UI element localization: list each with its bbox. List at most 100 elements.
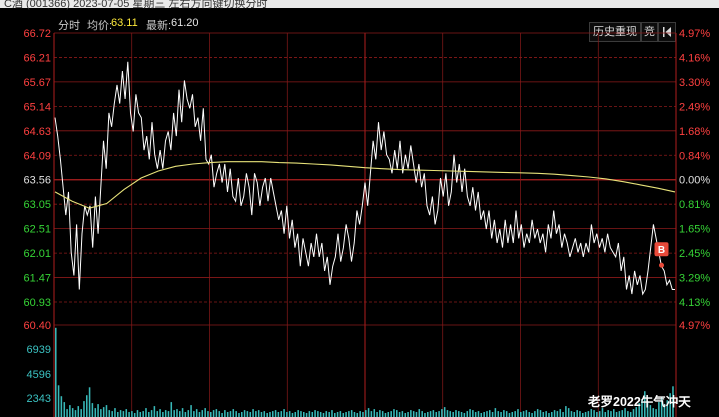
volume-bar <box>190 405 192 417</box>
volume-bar <box>443 407 446 417</box>
volume-bar <box>627 411 629 417</box>
volume-bar <box>294 412 297 417</box>
volume-bar <box>63 402 66 417</box>
volume-bar <box>133 413 136 417</box>
volume-bar <box>226 412 229 417</box>
volume-bar <box>480 413 483 417</box>
volume-bar <box>269 412 271 417</box>
volume-bar <box>500 412 502 417</box>
volume-bar <box>66 409 68 417</box>
volume-bar <box>565 406 567 417</box>
volume-bar <box>582 413 584 417</box>
volume-bar <box>77 406 80 417</box>
volume-bar <box>300 411 302 417</box>
volume-bar <box>150 410 153 417</box>
percent-tick-label: 0.81% <box>679 199 710 211</box>
volume-bar <box>553 410 556 417</box>
volume-bar <box>618 411 621 417</box>
volume-bar <box>229 411 232 417</box>
volume-bar <box>348 411 350 417</box>
volume-bar <box>514 411 516 417</box>
volume-bar <box>398 412 401 417</box>
volume-bar <box>255 411 257 417</box>
volume-bar <box>424 413 426 417</box>
percent-axis-right: 4.97% 4.16% 3.30% 2.49% 1.68% 0.84% 0.00% 0.81%… <box>679 28 710 332</box>
volume-bar <box>458 411 460 417</box>
volume-tick-label: 2343 <box>27 393 51 405</box>
volume-bar <box>548 413 550 417</box>
volume-bar <box>607 410 609 417</box>
volume-bar <box>257 410 260 417</box>
volume-bar <box>404 413 407 417</box>
volume-bar <box>108 410 111 417</box>
volume-bar <box>125 409 128 417</box>
volume-bar <box>119 410 122 417</box>
volume-bar <box>164 410 167 417</box>
volume-bar <box>249 412 252 417</box>
volume-bar <box>156 411 159 417</box>
volume-bar <box>243 410 246 417</box>
volume-bar <box>412 411 415 417</box>
volume-bar <box>131 411 133 417</box>
volume-bar <box>576 410 578 417</box>
volume-bar <box>57 385 60 417</box>
volume-bar <box>128 412 130 417</box>
volume-bar <box>319 412 322 417</box>
volume-bar <box>556 411 559 417</box>
volume-bar <box>303 412 305 417</box>
percent-tick-label: 1.68% <box>679 126 710 138</box>
volume-bar <box>336 412 339 417</box>
volume-bar <box>396 410 398 417</box>
volume-bar <box>596 412 598 417</box>
volume-bar <box>322 413 325 417</box>
volume-bar <box>415 412 418 417</box>
volume-bar <box>407 412 409 417</box>
volume-bar <box>198 412 201 417</box>
buy-marker[interactable]: B <box>654 242 669 268</box>
volume-bar <box>331 410 333 417</box>
volume-bar <box>373 409 376 417</box>
volume-bar <box>486 411 488 417</box>
volume-bars <box>55 327 674 417</box>
volume-bar <box>288 411 291 417</box>
volume-bar <box>384 413 387 417</box>
volume-bar <box>587 411 590 417</box>
volume-bar <box>525 410 528 417</box>
volume-bar <box>114 408 116 417</box>
volume-bar <box>421 411 423 417</box>
volume-bar <box>418 409 421 417</box>
volume-bar <box>562 412 564 417</box>
price-tick-label: 63.56 <box>23 175 51 187</box>
volume-bar <box>536 409 539 417</box>
price-tick-label: 65.67 <box>23 77 51 89</box>
volume-bar <box>531 413 533 417</box>
volume-bar <box>148 412 150 417</box>
percent-tick-label: 4.13% <box>679 297 710 309</box>
percent-tick-label: 2.45% <box>679 248 710 260</box>
volume-bar <box>122 411 125 417</box>
volume-bar <box>235 411 237 417</box>
volume-bar <box>241 412 243 417</box>
price-tick-label: 66.21 <box>23 52 51 64</box>
volume-bar <box>325 411 328 417</box>
volume-bar <box>159 409 161 417</box>
volume-bar <box>342 413 345 417</box>
volume-bar <box>593 410 595 417</box>
volume-bar <box>474 412 477 417</box>
volume-bar <box>427 412 429 417</box>
volume-bar <box>308 411 311 417</box>
price-tick-label: 62.01 <box>23 248 51 260</box>
volume-bar <box>286 412 288 417</box>
volume-bar <box>145 408 147 417</box>
volume-bar <box>305 413 308 417</box>
volume-bar <box>438 411 440 417</box>
volume-bar <box>401 411 404 417</box>
volume-tick-label: 60.40 <box>23 320 51 332</box>
volume-bar <box>598 411 601 417</box>
volume-bar <box>74 410 77 417</box>
volume-bar <box>477 411 480 417</box>
volume-bar <box>297 410 299 417</box>
volume-bar <box>353 412 356 417</box>
volume-bar <box>60 396 63 417</box>
volume-bar <box>277 412 280 417</box>
